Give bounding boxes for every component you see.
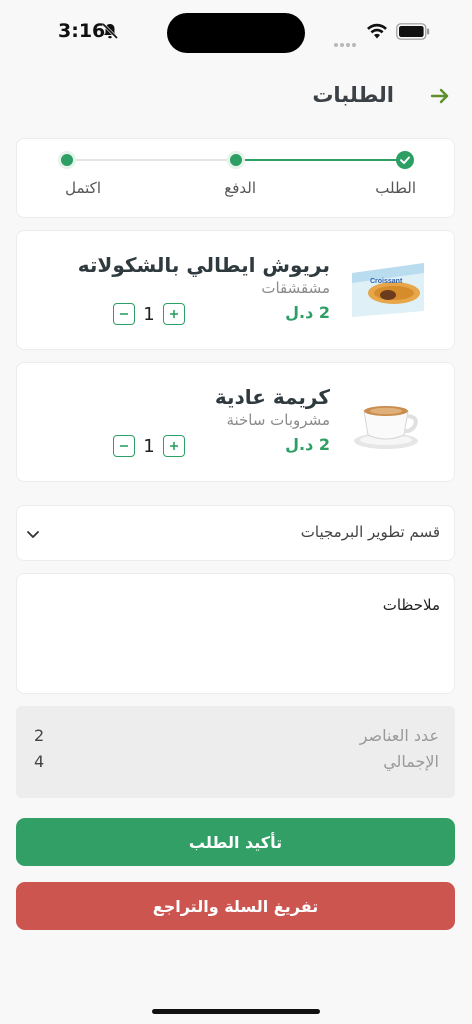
item-name: كريمة عادية [214, 385, 330, 409]
step-dot-order [396, 151, 414, 169]
wifi-icon [367, 23, 387, 39]
step-label-payment: الدفع [224, 179, 256, 197]
order-summary: عدد العناصر 2 الإجمالي 4 [16, 706, 455, 798]
header: الطلبات [0, 78, 472, 114]
status-bar: 3:16 [0, 0, 472, 64]
decrease-quantity-button[interactable] [113, 435, 135, 457]
signal-icon [334, 32, 358, 51]
plus-icon [170, 442, 178, 450]
step-label-complete: اكتمل [65, 179, 101, 197]
department-select[interactable]: قسم تطوير البرمجيات [16, 505, 455, 561]
step-dot-complete [58, 151, 76, 169]
summary-items-row: عدد العناصر 2 [16, 726, 455, 750]
stepper-track-inactive [68, 159, 236, 161]
item-price: 2 د.ل [285, 303, 330, 322]
step-dot-payment [227, 151, 245, 169]
plus-icon [170, 310, 178, 318]
stepper-track-active [236, 159, 405, 161]
croissant-package-image: Croissant [352, 263, 424, 317]
total-label: الإجمالي [383, 752, 439, 771]
increase-quantity-button[interactable] [163, 303, 185, 325]
clear-cart-button[interactable]: تفريغ السلة والتراجع [16, 882, 455, 930]
notes-field[interactable] [17, 574, 454, 693]
item-name: بريوش ايطالي بالشكولاته [77, 253, 330, 277]
item-category: مشروبات ساخنة [226, 411, 330, 429]
minus-icon [120, 313, 128, 315]
check-icon [400, 156, 410, 164]
items-count-value: 2 [34, 726, 45, 745]
page-title: الطلبات [312, 83, 394, 107]
step-label-order: الطلب [375, 179, 416, 197]
decrease-quantity-button[interactable] [113, 303, 135, 325]
quantity-stepper: 1 [113, 303, 185, 325]
notes-card [16, 573, 455, 694]
item-category: مشقشقات [261, 279, 330, 297]
svg-text:Croissant: Croissant [370, 278, 403, 285]
department-selected-value: قسم تطوير البرمجيات [300, 523, 440, 541]
bell-off-icon [101, 22, 119, 40]
summary-total-row: الإجمالي 4 [16, 752, 455, 776]
back-arrow-icon[interactable] [430, 86, 450, 106]
cart-item: Croissant بريوش ايطالي بالشكولاته مشقشقا… [16, 230, 455, 350]
chevron-down-icon [27, 531, 39, 538]
total-value: 4 [34, 752, 45, 771]
dynamic-island [167, 13, 305, 53]
confirm-order-button[interactable]: تأكيد الطلب [16, 818, 455, 866]
quantity-value: 1 [143, 435, 155, 457]
coffee-cup-image [354, 406, 418, 449]
order-stepper: الطلب الدفع اكتمل [16, 138, 455, 218]
home-indicator [152, 1009, 320, 1014]
increase-quantity-button[interactable] [163, 435, 185, 457]
quantity-value: 1 [143, 303, 155, 325]
quantity-stepper: 1 [113, 435, 185, 457]
battery-icon [396, 23, 430, 40]
minus-icon [120, 445, 128, 447]
items-count-label: عدد العناصر [359, 726, 439, 745]
item-price: 2 د.ل [285, 435, 330, 454]
status-time: 3:16 [58, 20, 106, 42]
cart-item: كريمة عادية مشروبات ساخنة 2 د.ل 1 [16, 362, 455, 482]
